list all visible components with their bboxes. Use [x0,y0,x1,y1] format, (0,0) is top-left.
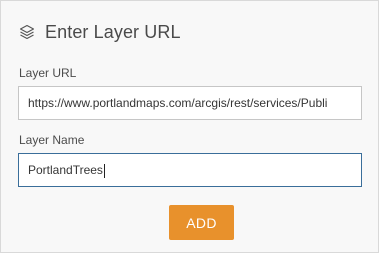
panel-title: Enter Layer URL [45,21,181,42]
layer-url-label: Layer URL [19,66,77,80]
layer-url-input[interactable]: https://www.portlandmaps.com/arcgis/rest… [18,86,362,120]
text-caret [103,163,105,178]
layers-icon [18,23,36,41]
enter-layer-url-panel: Enter Layer URL Layer URL https://www.po… [0,0,379,253]
layer-name-value: PortlandTrees [28,163,103,177]
layer-name-label: Layer Name [19,133,85,147]
layer-url-value: https://www.portlandmaps.com/arcgis/rest… [28,96,328,110]
add-button[interactable]: ADD [169,205,234,240]
layer-name-input[interactable]: PortlandTrees [18,153,362,187]
panel-header: Enter Layer URL [18,19,181,45]
